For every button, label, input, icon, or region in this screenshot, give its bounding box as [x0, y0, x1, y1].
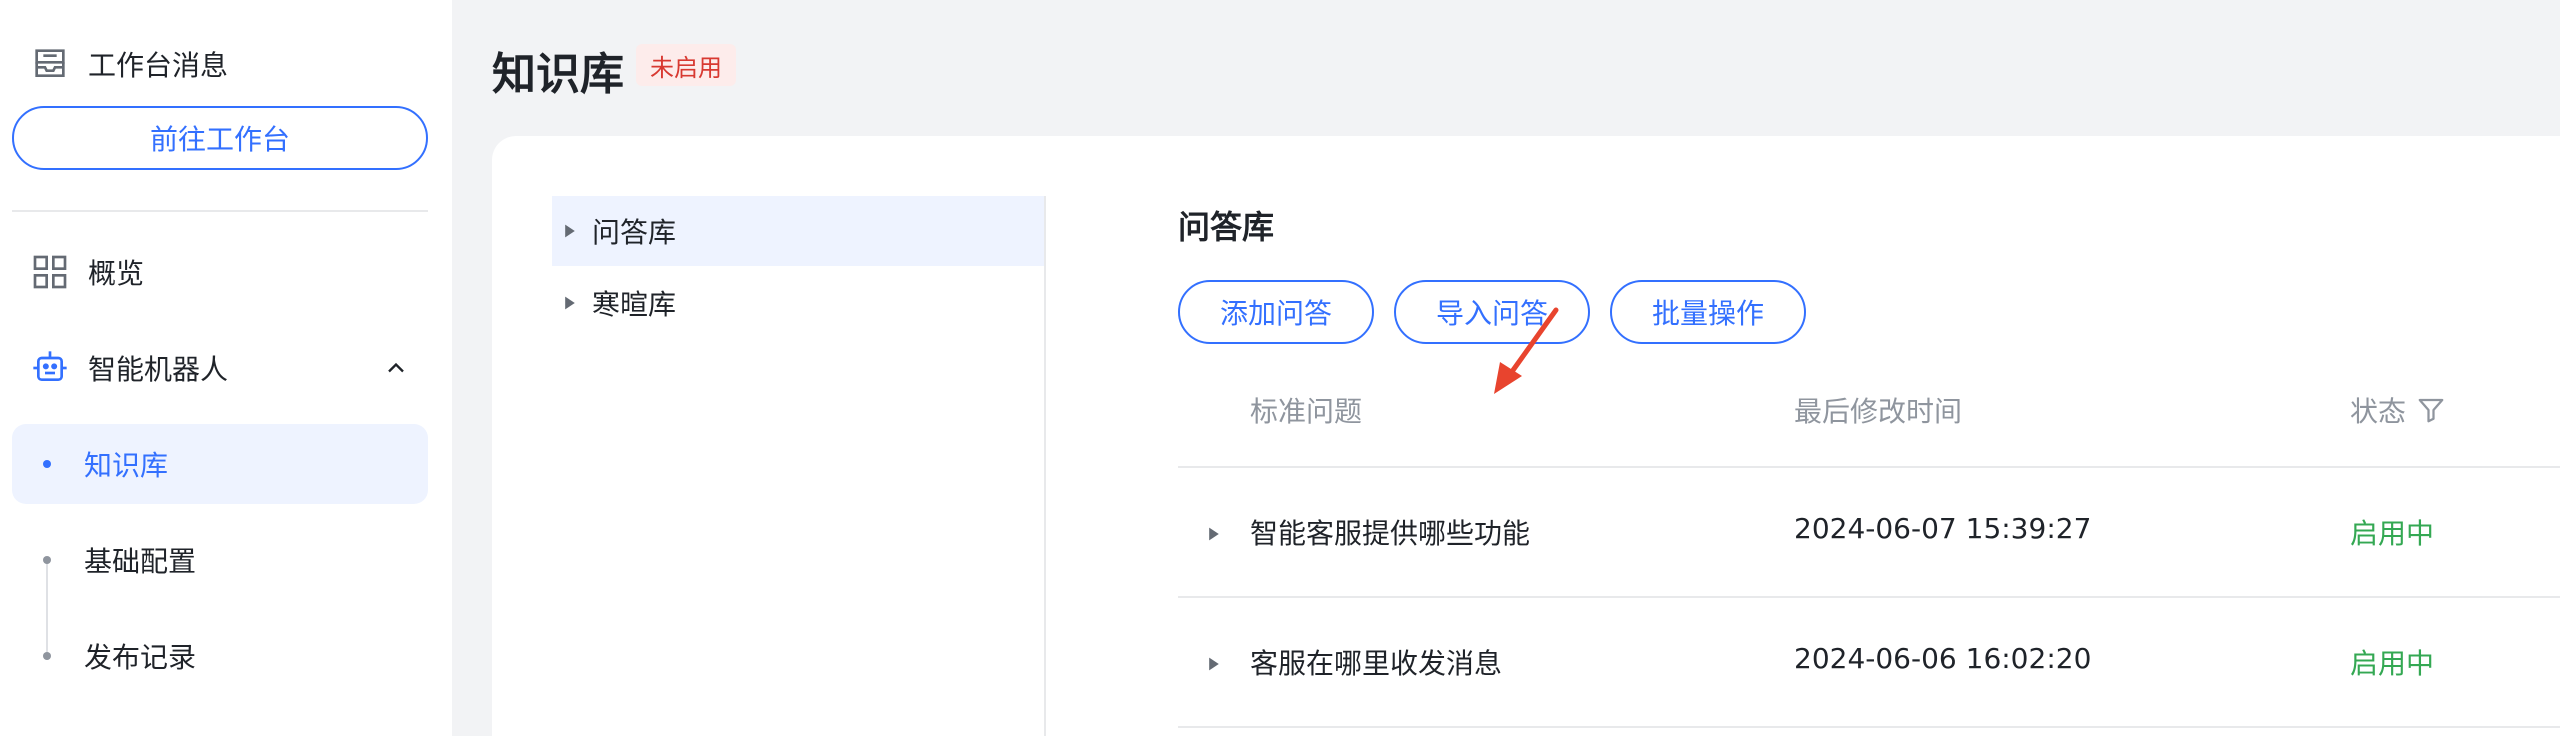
sidebar-subitem-basic-config[interactable]: 基础配置 [12, 520, 428, 600]
batch-operation-button[interactable]: 批量操作 [1610, 280, 1806, 344]
sidebar-item-overview-label: 概览 [88, 257, 145, 290]
tree-node-label: 寒暄库 [592, 288, 677, 321]
knowledge-base-card: 问答库 寒暄库 问答库 添加问答 导入问答 批量操作 标准问题 最后修改时间 状… [492, 136, 2560, 736]
cell-question: 智能客服提供哪些功能 [1250, 517, 1531, 550]
caret-right-icon[interactable] [562, 295, 578, 311]
sidebar-item-robot[interactable]: 智能机器人 [30, 348, 410, 388]
sidebar-subitem-label: 发布记录 [84, 641, 197, 674]
column-header-status-label: 状态 [2350, 395, 2407, 428]
caret-right-icon[interactable] [1206, 656, 1222, 672]
cell-modified-time: 2024-06-06 16:02:20 [1794, 642, 2092, 675]
bullet-dot [43, 652, 51, 660]
sidebar-item-overview[interactable]: 概览 [30, 252, 144, 292]
library-tree: 问答库 寒暄库 [552, 196, 1046, 736]
sidebar-item-robot-label: 智能机器人 [88, 353, 229, 386]
sidebar-subitem-knowledge-base[interactable]: 知识库 [12, 424, 428, 504]
filter-icon[interactable] [2416, 395, 2446, 425]
page-title: 知识库 [492, 49, 624, 100]
column-header-status: 状态 [2350, 390, 2446, 430]
chevron-up-icon[interactable] [382, 354, 410, 382]
column-header-question: 标准问题 [1250, 395, 1363, 428]
cell-status: 启用中 [2350, 647, 2435, 680]
bullet-dot [43, 556, 51, 564]
sidebar-divider [12, 210, 428, 212]
cell-question: 客服在哪里收发消息 [1250, 647, 1503, 680]
inbox-icon [35, 49, 65, 77]
workbench-messages-label: 工作台消息 [88, 49, 229, 82]
sidebar: 工作台消息 前往工作台 概览 智能机器人 知识库 基础配置 发布记录 [0, 0, 452, 736]
cell-status: 启用中 [2350, 517, 2435, 550]
sidebar-subitem-publish-log[interactable]: 发布记录 [12, 616, 428, 696]
table-row[interactable]: 智能客服提供哪些功能 2024-06-07 15:39:27 启用中 [1178, 470, 2560, 598]
grid-icon [33, 255, 67, 289]
section-title: 问答库 [1178, 208, 1275, 246]
bullet-dot [43, 460, 51, 468]
add-qa-button[interactable]: 添加问答 [1178, 280, 1374, 344]
robot-icon [33, 351, 67, 381]
table-header: 标准问题 最后修改时间 状态 [1178, 376, 2560, 468]
status-badge: 未启用 [636, 44, 736, 86]
tree-node-qa-library[interactable]: 问答库 [552, 196, 1044, 266]
caret-right-icon[interactable] [562, 223, 578, 239]
sidebar-subitem-label: 基础配置 [84, 545, 197, 578]
caret-right-icon[interactable] [1206, 526, 1222, 542]
sidebar-subitem-label: 知识库 [84, 449, 169, 482]
column-header-modified: 最后修改时间 [1794, 395, 1963, 428]
tree-node-greeting-library[interactable]: 寒暄库 [552, 268, 1044, 338]
table-row[interactable]: 客服在哪里收发消息 2024-06-06 16:02:20 启用中 [1178, 600, 2560, 728]
workbench-messages[interactable]: 工作台消息 [30, 44, 228, 84]
cell-modified-time: 2024-06-07 15:39:27 [1794, 512, 2092, 545]
tree-node-label: 问答库 [592, 216, 677, 249]
goto-workbench-button[interactable]: 前往工作台 [12, 106, 428, 170]
